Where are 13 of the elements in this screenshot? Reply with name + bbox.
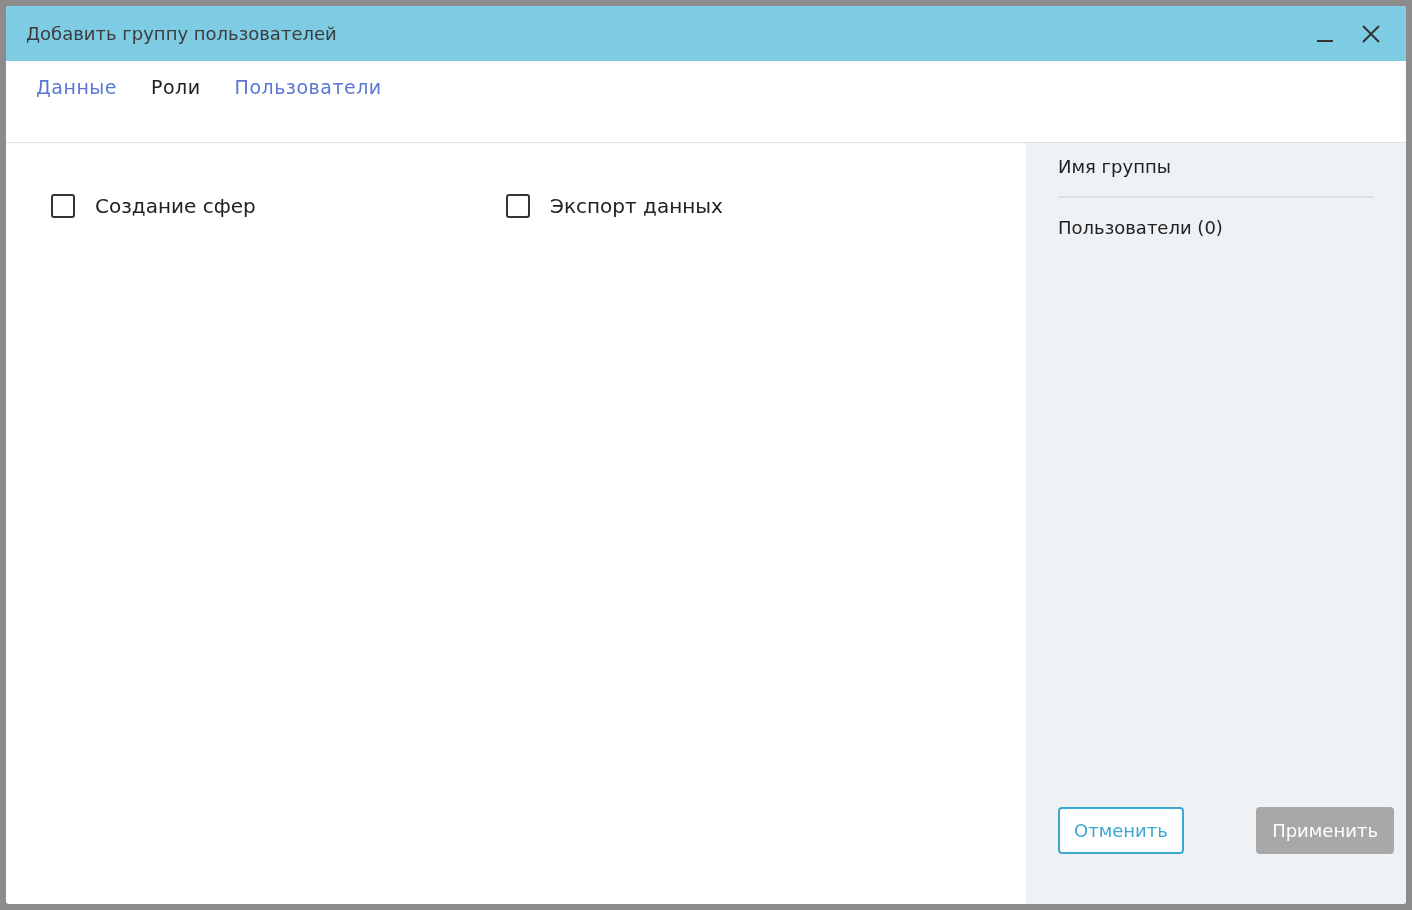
tab[interactable]: Данные: [36, 71, 118, 103]
close-icon: [1362, 24, 1380, 43]
checkbox[interactable]: [51, 194, 75, 218]
tab[interactable]: Пользователи: [234, 71, 382, 103]
group-name-label: Имя группы: [1058, 153, 1374, 198]
checkbox[interactable]: [506, 194, 530, 218]
window-title: Добавить группу пользователей: [26, 22, 338, 46]
users-count-label: Пользователи (0): [1058, 216, 1224, 240]
checkbox-label: Создание сфер: [95, 193, 256, 220]
checkbox-label: Экспорт данных: [550, 193, 723, 220]
tab[interactable]: Роли: [151, 71, 201, 103]
minimize-icon: [1316, 39, 1334, 42]
cancel-button[interactable]: Отменить: [1058, 807, 1184, 854]
